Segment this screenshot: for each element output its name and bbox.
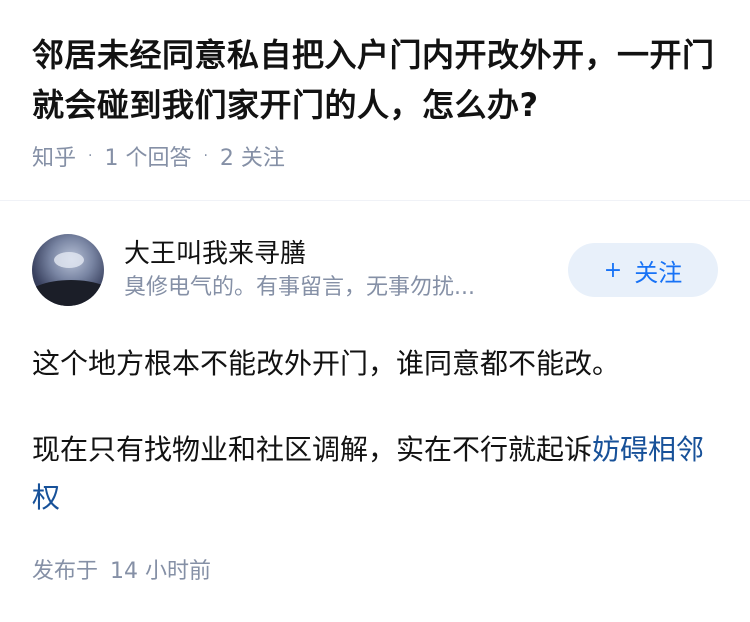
- answer-count[interactable]: 1 个回答: [104, 140, 191, 172]
- meta-separator: ·: [203, 148, 208, 164]
- author-name[interactable]: 大王叫我来寻膳: [124, 236, 568, 272]
- avatar-cloud: [54, 252, 84, 268]
- avatar[interactable]: [32, 234, 104, 306]
- answer-paragraph: 这个地方根本不能改外开门，谁同意都不能改。: [32, 347, 621, 380]
- follow-button-label: 关注: [634, 258, 683, 287]
- plus-icon: +: [603, 257, 623, 283]
- avatar-hill: [32, 280, 104, 306]
- source-label[interactable]: 知乎: [32, 140, 76, 172]
- author-row: 大王叫我来寻膳 臭修电气的。有事留言，无事勿扰... + 关注: [32, 230, 718, 310]
- answer-paragraph: 现在只有找物业和社区调解，实在不行就起诉妨碍相邻权: [32, 426, 718, 522]
- author-bio: 臭修电气的。有事留言，无事勿扰...: [124, 275, 475, 300]
- question-header: 邻居未经同意私自把入户门内开改外开，一开门就会碰到我们家开门的人，怎么办? 知乎…: [0, 0, 750, 174]
- publish-time: 发布于 14 小时前: [32, 553, 211, 585]
- section-divider: [0, 200, 750, 201]
- meta-separator: ·: [88, 148, 93, 164]
- question-title[interactable]: 邻居未经同意私自把入户门内开改外开，一开门就会碰到我们家开门的人，怎么办?: [32, 30, 718, 130]
- publish-time-value: 14 小时前: [110, 559, 212, 584]
- answer-card: 大王叫我来寻膳 臭修电气的。有事留言，无事勿扰... + 关注 这个地方根本不能…: [32, 230, 718, 522]
- author-info: 大王叫我来寻膳 臭修电气的。有事留言，无事勿扰...: [124, 236, 568, 304]
- follower-count[interactable]: 2 关注: [220, 140, 285, 172]
- follow-button[interactable]: + 关注: [568, 243, 718, 297]
- publish-label: 发布于: [32, 559, 99, 584]
- answer-content: 这个地方根本不能改外开门，谁同意都不能改。 现在只有找物业和社区调解，实在不行就…: [32, 340, 718, 522]
- question-meta: 知乎 · 1 个回答 · 2 关注: [32, 138, 718, 174]
- answer-text: 现在只有找物业和社区调解，实在不行就起诉: [32, 433, 593, 466]
